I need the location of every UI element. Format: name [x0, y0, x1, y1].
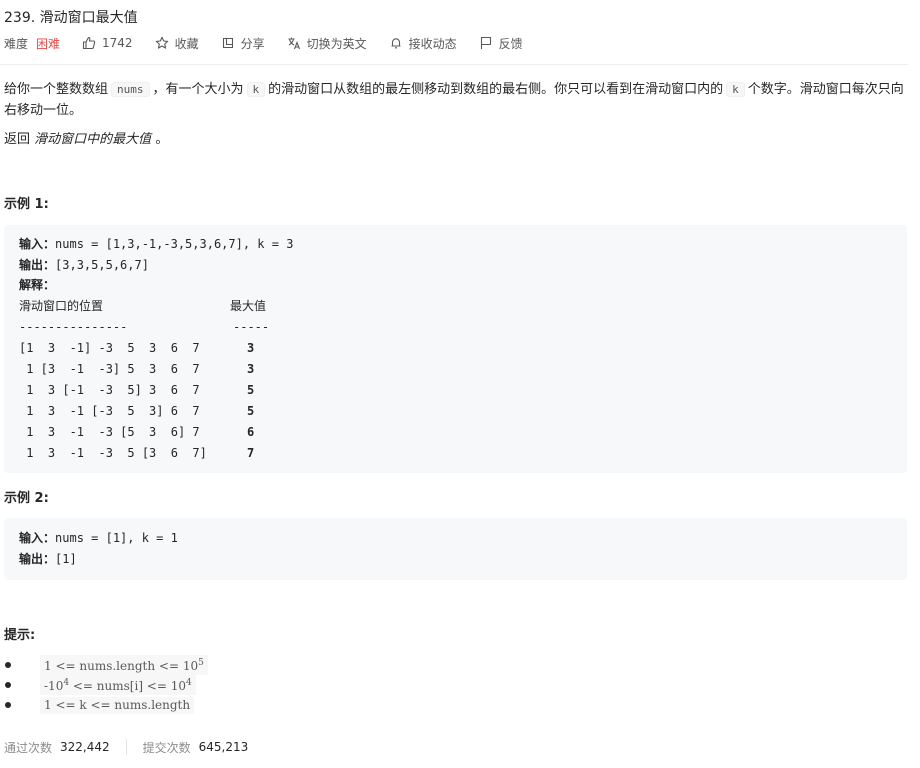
window-header-left: 滑动窗口的位置 — [19, 299, 104, 313]
window-rule-right: ----- — [233, 320, 270, 334]
window-row-max: 6 — [247, 425, 255, 439]
example-1-input: nums = [1,3,-1,-3,5,3,6,7], k = 3 — [55, 237, 294, 251]
hints-title: 提示: — [4, 628, 36, 643]
inline-code-nums: nums — [111, 82, 150, 97]
desc-text: 给你一个整数数组 — [4, 82, 109, 97]
example-2-output-line: 输出：[1] — [19, 549, 77, 569]
example-2-title: 示例 2: — [4, 491, 49, 506]
feedback-button[interactable]: 反馈 — [479, 35, 523, 52]
hint-sup: 5 — [198, 658, 204, 668]
hint-item: 1 <= nums.length <= 105 — [5, 655, 208, 675]
hints-list: 1 <= nums.length <= 105 -10 4 <= nums[i] … — [5, 655, 208, 715]
translate-icon — [287, 36, 301, 50]
notify-button[interactable]: 接收动态 — [389, 35, 457, 52]
hint-sup: 4 — [186, 678, 192, 688]
return-statement: 返回 滑动窗口中的最大值 。 — [4, 130, 168, 150]
window-row-max: 7 — [247, 446, 255, 460]
switch-language-label: 切换为英文 — [306, 36, 367, 51]
like-count: 1742 — [102, 36, 133, 50]
example-1-explain-line: 解释： — [19, 275, 55, 295]
problem-title: 239. 滑动窗口最大值 — [4, 10, 138, 26]
example-1-output: [3,3,5,5,6,7] — [55, 258, 149, 272]
explain-label: 解释： — [19, 278, 56, 292]
example-1-title: 示例 1: — [4, 197, 49, 212]
share-button[interactable]: 分享 — [221, 35, 265, 52]
input-label: 输入： — [19, 237, 56, 251]
difficulty-badge: 困难 — [36, 36, 61, 51]
share-label: 分享 — [240, 36, 265, 51]
example-2-input: nums = [1], k = 1 — [55, 531, 178, 545]
window-row: 1 3 [-1 -3 5] 3 6 7 — [19, 383, 200, 397]
collect-label: 收藏 — [174, 36, 199, 51]
hint-item: -104 <= nums[i] <= 104 — [5, 675, 208, 695]
desc-text: ，有一个大小为 — [152, 82, 244, 97]
hint-text: <= nums[i] <= 10 — [69, 679, 187, 693]
bell-icon — [389, 36, 403, 50]
header-divider — [0, 64, 908, 65]
return-emphasis: 滑动窗口中的最大值 — [34, 132, 152, 147]
hint-text: 1 <= k <= nums.length — [44, 698, 191, 712]
hint-text: -10 — [44, 679, 64, 693]
example-1-output-line: 输出：[3,3,5,5,6,7] — [19, 255, 149, 275]
output-label: 输出： — [19, 552, 56, 566]
output-label: 输出： — [19, 258, 56, 272]
return-text-end: 。 — [155, 132, 169, 147]
problem-meta-bar: 难度 困难 1742 收藏 分享 切换为英文 接收动态 反馈 — [4, 34, 545, 52]
window-row: 1 3 -1 -3 [5 3 6] 7 — [19, 425, 200, 439]
input-label: 输入： — [19, 531, 56, 545]
window-row: 1 3 -1 -3 5 [3 6 7] — [19, 446, 207, 460]
window-row: 1 [3 -1 -3] 5 3 6 7 — [19, 362, 200, 376]
window-header-right: 最大值 — [230, 299, 267, 313]
collect-button[interactable]: 收藏 — [155, 35, 199, 52]
hint-text: 1 <= nums.length <= 10 — [44, 659, 199, 673]
example-2-input-line: 输入：nums = [1], k = 1 — [19, 528, 178, 548]
window-row-max: 5 — [247, 383, 255, 397]
inline-code-k: k — [246, 82, 266, 97]
window-row: 1 3 -1 [-3 5 3] 6 7 — [19, 404, 200, 418]
example-2-output: [1] — [55, 552, 77, 566]
window-rule-left: --------------- — [19, 320, 128, 334]
problem-description: 给你一个整数数组 nums ，有一个大小为 k 的滑动窗口从数组的最左侧移动到数组的最右… — [4, 79, 909, 121]
flag-icon — [479, 36, 493, 50]
stats-divider — [125, 739, 127, 755]
window-row: [1 3 -1] -3 5 3 6 7 — [19, 341, 200, 355]
passed-label: 通过次数 — [4, 740, 53, 755]
example-1-block: 输入：nums = [1,3,-1,-3,5,3,6,7], k = 3 输出：… — [4, 225, 907, 473]
return-text: 返回 — [4, 132, 31, 147]
passed-count: 322,442 — [60, 740, 110, 754]
submitted-label: 提交次数 — [142, 740, 191, 755]
submitted-count: 645,213 — [198, 740, 249, 754]
difficulty-label: 难度 — [4, 36, 29, 51]
window-row-max: 3 — [247, 341, 255, 355]
inline-code-k: k — [726, 82, 745, 97]
submission-stats: 通过次数 322,442 提交次数 645,213 — [4, 737, 248, 757]
feedback-label: 反馈 — [498, 36, 523, 51]
share-icon — [221, 36, 235, 50]
window-row-max: 5 — [247, 404, 255, 418]
like-button[interactable]: 1742 — [82, 36, 133, 50]
example-2-block: 输入：nums = [1], k = 1 输出：[1] — [4, 518, 907, 580]
hint-item: 1 <= k <= nums.length — [5, 695, 208, 715]
star-icon — [155, 36, 169, 50]
notify-label: 接收动态 — [408, 36, 457, 51]
example-1-input-line: 输入：nums = [1,3,-1,-3,5,3,6,7], k = 3 — [19, 234, 293, 254]
switch-language-button[interactable]: 切换为英文 — [287, 35, 367, 52]
window-row-max: 3 — [247, 362, 255, 376]
thumbs-up-icon — [82, 36, 96, 50]
desc-text: 的滑动窗口从数组的最左侧移动到数组的最右侧。你只可以看到在滑动窗口内的 — [268, 82, 724, 97]
